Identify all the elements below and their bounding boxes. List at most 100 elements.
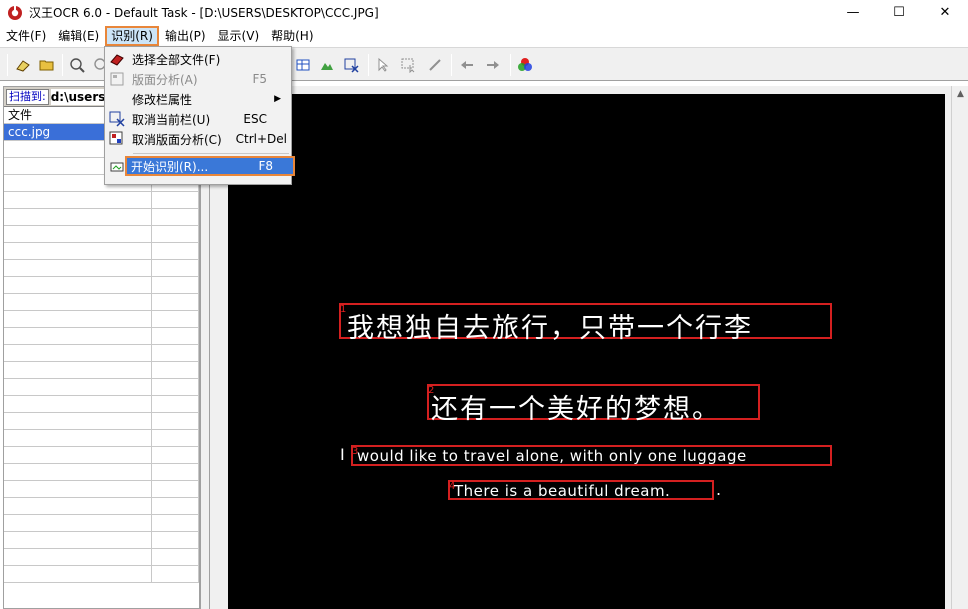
ocr-region-2[interactable]: 2 还有一个美好的梦想。 [427,384,760,425]
menu-item-label: 取消当前栏(U) [132,112,211,127]
toolbar-separator [451,54,452,76]
recognize-menu: 选择全部文件(F) 版面分析(A) F5 修改栏属性 ▶ 取消当前栏(U) ES… [104,46,295,185]
menu-layout-analysis[interactable]: 版面分析(A) F5 [105,69,291,89]
menu-view[interactable]: 显示(V) [212,26,266,46]
menu-output[interactable]: 输出(P) [159,26,212,46]
empty-cell [152,243,199,259]
empty-cell [4,447,152,463]
empty-cell [152,226,199,242]
menu-item-shortcut: F5 [252,72,267,86]
arrow-left-icon[interactable] [458,56,476,74]
image-region-icon[interactable] [318,56,336,74]
empty-cell [152,311,199,327]
minimize-button[interactable]: — [830,0,876,25]
empty-cell [152,396,199,412]
empty-file-row [4,549,199,566]
toolbar-separator [510,54,511,76]
empty-cell [152,532,199,548]
arrow-right-icon[interactable] [484,56,502,74]
menu-item-label: 取消版面分析(C) [132,132,222,147]
table-icon[interactable] [294,56,312,74]
ocr-text-3: would like to travel alone, with only on… [357,447,747,465]
open-folder-icon[interactable] [38,56,56,74]
cancel-column-icon [109,111,125,127]
empty-file-row [4,226,199,243]
empty-file-row [4,379,199,396]
menu-start-recognition[interactable]: 开始识别(R)... F8 [125,156,295,176]
zoom-in-icon[interactable] [68,56,86,74]
scroll-up-icon[interactable]: ▲ [952,86,968,103]
select-region-icon[interactable] [400,56,418,74]
toolbar-separator [7,54,8,76]
empty-cell [4,379,152,395]
empty-file-row [4,515,199,532]
empty-cell [4,549,152,565]
empty-cell [4,396,152,412]
vertical-scrollbar[interactable]: ▲ [951,86,968,609]
menu-item-label: 选择全部文件(F) [132,52,221,67]
empty-cell [152,447,199,463]
scan-icon[interactable] [14,56,32,74]
empty-file-row [4,192,199,209]
empty-cell [152,379,199,395]
empty-cell [4,226,152,242]
delete-region-icon[interactable] [342,56,360,74]
empty-cell [4,566,152,582]
empty-cell [4,515,152,531]
menu-recognize[interactable]: 识别(R) [105,26,159,46]
ocr-region-3[interactable]: 3 would like to travel alone, with only … [351,445,832,466]
menu-bar: 文件(F) 编辑(E) 识别(R) 输出(P) 显示(V) 帮助(H) [0,26,968,46]
empty-cell [152,277,199,293]
empty-file-row [4,498,199,515]
empty-cell [4,192,152,208]
menu-cancel-layout-analysis[interactable]: 取消版面分析(C) Ctrl+Del [105,129,291,149]
empty-cell [152,260,199,276]
color-palette-icon[interactable] [516,56,534,74]
menu-item-label: 开始识别(R)... [131,159,209,174]
menu-select-all-files[interactable]: 选择全部文件(F) [105,49,291,69]
empty-cell [4,209,152,225]
empty-cell [4,532,152,548]
empty-file-row [4,464,199,481]
image-canvas[interactable]: 1 我想独自去旅行，只带一个行李 2 还有一个美好的梦想。 I 3 would … [228,94,945,609]
empty-file-row [4,447,199,464]
empty-cell [4,362,152,378]
empty-file-row [4,328,199,345]
ocr-region-4[interactable]: 4 There is a beautiful dream. [448,480,714,500]
empty-cell [4,464,152,480]
menu-item-label: 修改栏属性 [132,92,193,107]
pointer-icon[interactable] [374,56,392,74]
ocr-text-4: There is a beautiful dream. [454,482,671,500]
window-title: 汉王OCR 6.0 - Default Task - [D:\USERS\DES… [29,6,379,20]
empty-file-row [4,481,199,498]
menu-file[interactable]: 文件(F) [0,26,52,46]
empty-cell [152,362,199,378]
menu-item-shortcut: Ctrl+Del [235,132,287,146]
empty-cell [4,260,152,276]
layout-analysis-icon [109,71,125,87]
maximize-button[interactable]: ☐ [876,0,922,25]
cancel-layout-icon [109,131,125,147]
menu-cancel-current-column[interactable]: 取消当前栏(U) ESC [105,109,291,129]
menu-item-shortcut: ESC [243,112,267,126]
toolbar-separator [368,54,369,76]
empty-cell [4,498,152,514]
empty-file-row [4,260,199,277]
toolbar-separator [62,54,63,76]
close-button[interactable]: ✕ [922,0,968,25]
empty-cell [152,430,199,446]
menu-help[interactable]: 帮助(H) [265,26,319,46]
menu-edit[interactable]: 编辑(E) [52,26,105,46]
empty-cell [4,294,152,310]
menu-modify-column-properties[interactable]: 修改栏属性 ▶ [105,89,291,109]
ocr-region-1[interactable]: 1 我想独自去旅行，只带一个行李 [339,303,832,344]
empty-cell [152,549,199,565]
empty-cell [4,277,152,293]
region-number: 1 [340,304,347,315]
scan-to-label: 扫描到: [6,88,49,105]
scan-path[interactable]: d:\users [50,88,110,105]
window-controls: — ☐ ✕ [830,0,968,25]
empty-file-row [4,243,199,260]
image-view: 1 我想独自去旅行，只带一个行李 2 还有一个美好的梦想。 I 3 would … [210,86,968,609]
pen-icon[interactable] [426,56,444,74]
